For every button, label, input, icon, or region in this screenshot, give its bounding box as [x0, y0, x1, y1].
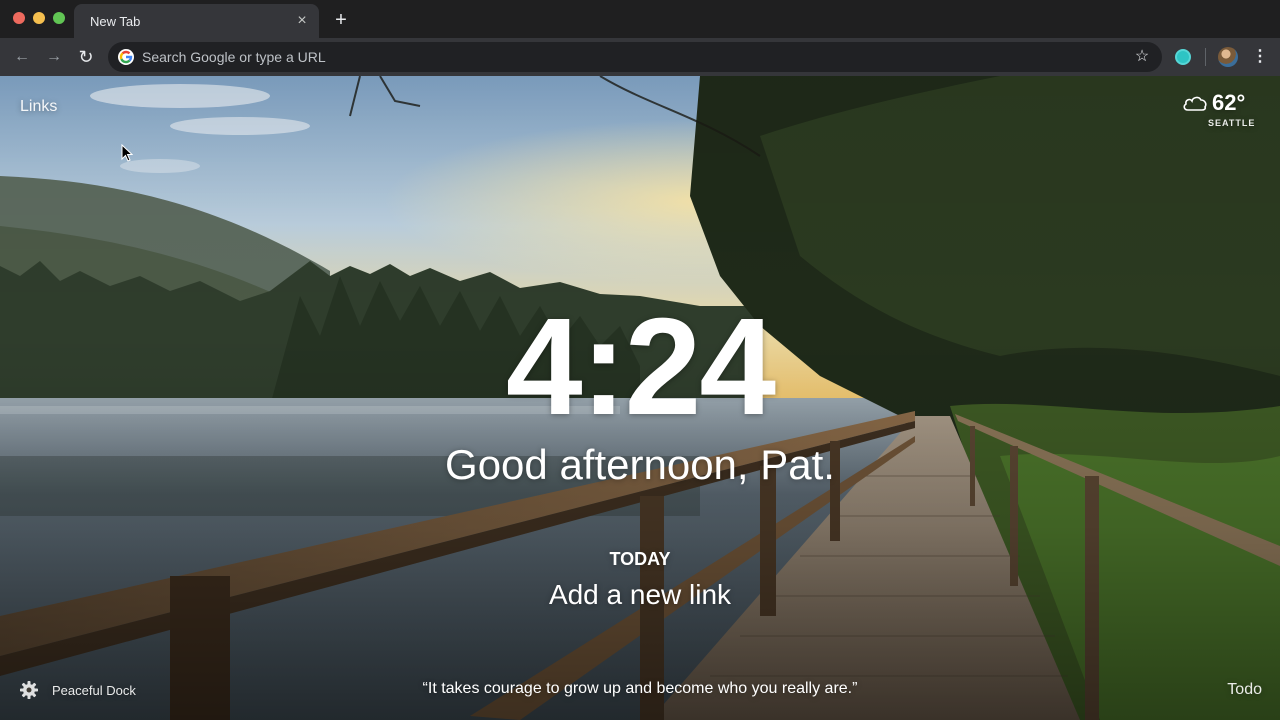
toolbar-divider: [1205, 48, 1206, 66]
close-window-button[interactable]: [13, 12, 25, 24]
tab-close-icon[interactable]: ×: [293, 12, 311, 30]
browser-menu-icon[interactable]: ⋮: [1250, 45, 1270, 69]
reload-button[interactable]: ↻: [74, 45, 98, 69]
cloud-icon: [1183, 96, 1207, 111]
clock: 4:24: [505, 290, 776, 444]
minimize-window-button[interactable]: [33, 12, 45, 24]
tab-strip: New Tab × +: [0, 0, 1280, 38]
greeting: Good afternoon, Pat.: [445, 441, 835, 488]
forward-button[interactable]: →: [42, 45, 66, 69]
weather-temperature: 62°: [1212, 90, 1246, 115]
weather-location: SEATTLE: [1208, 118, 1256, 128]
todo-button[interactable]: Todo: [1227, 681, 1262, 699]
focus-text[interactable]: Add a new link: [0, 579, 1280, 611]
address-bar[interactable]: Search Google or type a URL ☆: [108, 42, 1162, 72]
new-tab-page: Links 62° SEATTLE 4:24 Good afternoon, P…: [0, 76, 1280, 720]
links-button[interactable]: Links: [20, 98, 57, 116]
profile-avatar[interactable]: [1218, 47, 1238, 67]
tab-title: New Tab: [90, 14, 141, 29]
weather-widget[interactable]: 62° SEATTLE: [1182, 90, 1262, 134]
mouse-cursor-icon: [121, 144, 133, 162]
browser-toolbar: ← → ↻ Search Google or type a URL ☆ ⋮: [0, 38, 1280, 76]
tab-new-tab[interactable]: New Tab ×: [74, 4, 319, 38]
extension-icon[interactable]: [1175, 49, 1191, 65]
bookmark-star-icon[interactable]: ☆: [1132, 47, 1152, 67]
address-bar-placeholder: Search Google or type a URL: [142, 49, 326, 65]
back-button[interactable]: ←: [10, 45, 34, 69]
focus-heading: TODAY: [609, 549, 671, 569]
google-icon: [118, 49, 134, 65]
new-tab-button[interactable]: +: [330, 9, 352, 31]
maximize-window-button[interactable]: [53, 12, 65, 24]
daily-quote: “It takes courage to grow up and become …: [422, 680, 858, 697]
